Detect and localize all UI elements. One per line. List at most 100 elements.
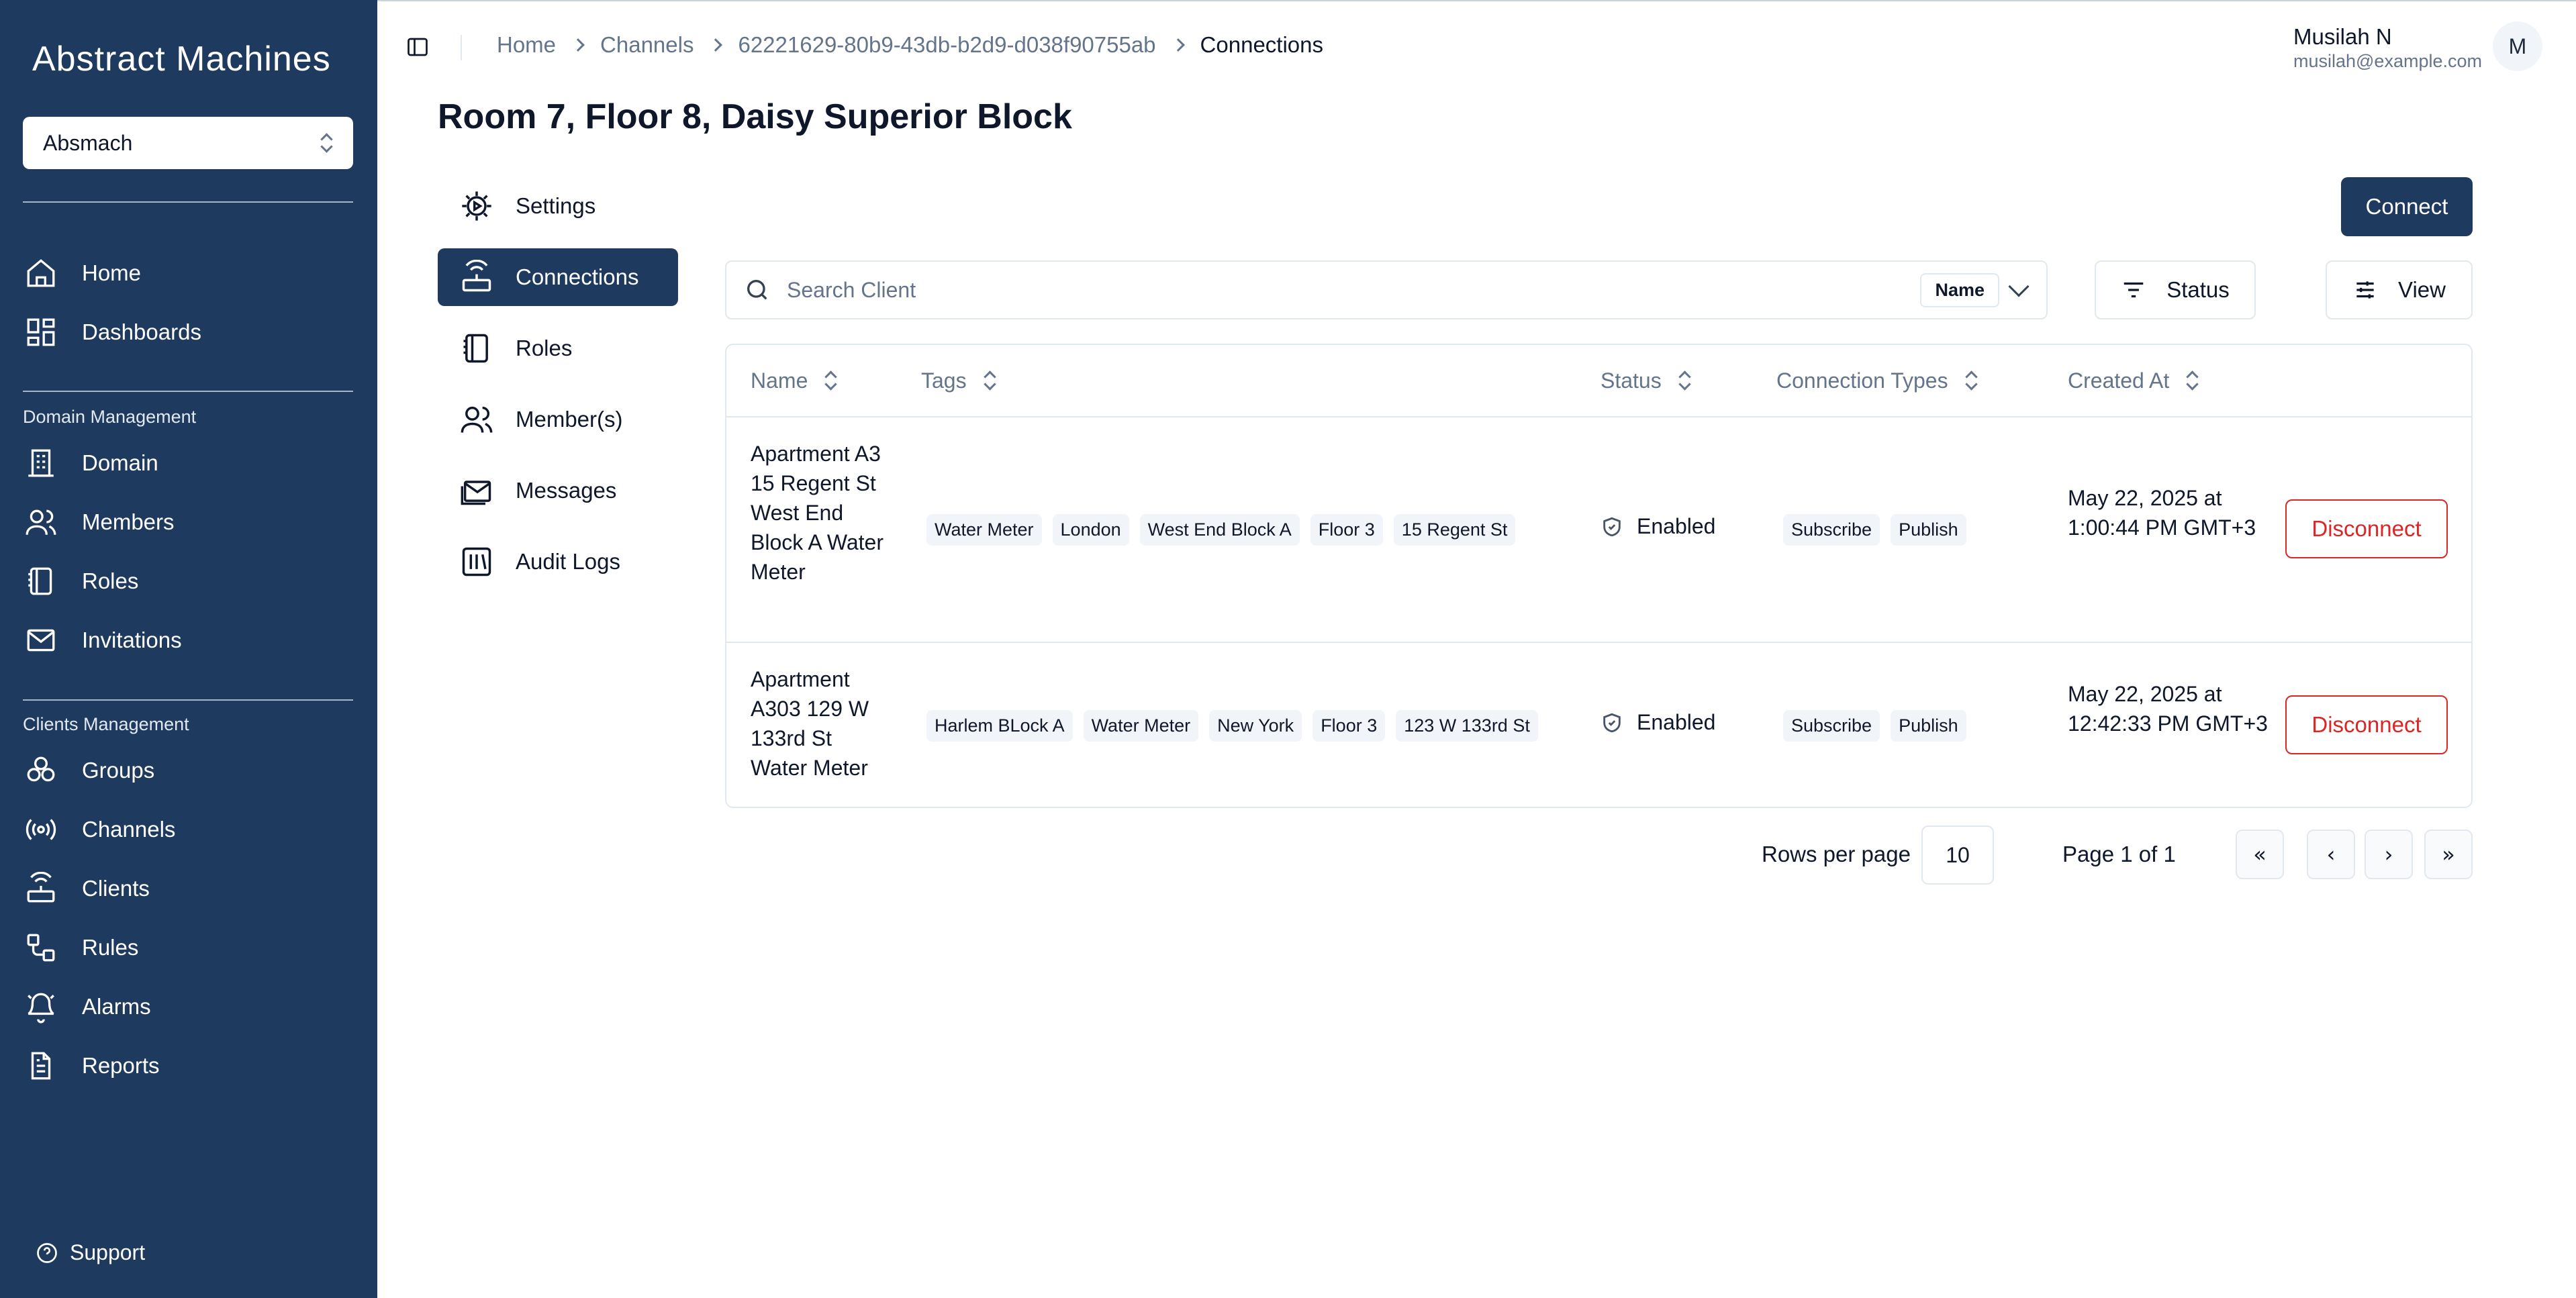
last-page-button[interactable]: » (2424, 830, 2473, 879)
disconnect-button[interactable]: Disconnect (2285, 695, 2448, 754)
column-header-connection-types[interactable]: Connection Types (1776, 345, 1978, 416)
user-name: Musilah N (2293, 24, 2392, 49)
sidebar-item-reports[interactable]: Reports (23, 1044, 353, 1087)
sidebar: Abstract Machines Absmach Home Dashboard… (0, 0, 377, 1298)
subnav-label: Connections (516, 264, 639, 289)
tag: Harlem BLock A (926, 710, 1073, 742)
user-email: musilah@example.com (2293, 51, 2482, 71)
connection-types: Subscribe Publish (1783, 710, 1966, 742)
search-input[interactable] (787, 277, 1921, 303)
sidebar-item-label: Groups (82, 758, 155, 783)
rows-per-page-select[interactable]: 10 (1921, 826, 1994, 885)
router-icon (458, 258, 495, 296)
sidebar-item-clients[interactable]: Clients (23, 867, 353, 910)
sidebar-item-label: Reports (82, 1053, 160, 1078)
domain-select[interactable]: Absmach (23, 117, 353, 169)
sidebar-divider (23, 391, 353, 392)
breadcrumb-home[interactable]: Home (497, 32, 556, 58)
sidebar-item-alarms[interactable]: Alarms (23, 985, 353, 1028)
shield-check-icon (1603, 517, 1621, 536)
sidebar-item-channels[interactable]: Channels (23, 808, 353, 851)
sidebar-item-domain[interactable]: Domain (23, 442, 353, 485)
column-header-status[interactable]: Status (1601, 345, 1691, 416)
status-label: Enabled (1637, 710, 1716, 734)
tag: 123 W 133rd St (1396, 710, 1538, 742)
support-link[interactable]: Support (35, 1240, 145, 1265)
connection-type-tag: Publish (1891, 514, 1966, 546)
mail-icon (23, 622, 59, 658)
status-badge: Enabled (1601, 710, 1715, 735)
connection-type-tag: Subscribe (1783, 710, 1880, 742)
row-divider (726, 642, 2471, 643)
header-label: Status (1601, 368, 1662, 393)
sidebar-item-label: Home (82, 260, 142, 285)
disconnect-button[interactable]: Disconnect (2285, 499, 2448, 558)
search-icon (747, 280, 767, 300)
report-icon (23, 1048, 59, 1084)
connection-type-tag: Subscribe (1783, 514, 1880, 546)
sidebar-item-label: Roles (82, 568, 139, 593)
column-header-tags[interactable]: Tags (921, 345, 996, 416)
connect-button[interactable]: Connect (2341, 177, 2473, 236)
subnav-label: Member(s) (516, 407, 623, 432)
sidebar-divider (23, 699, 353, 701)
chevron-down-icon[interactable] (2008, 276, 2030, 297)
next-page-button[interactable]: › (2365, 830, 2413, 879)
client-name: Apartment A303 129 W 133rd St Water Mete… (751, 667, 869, 780)
shield-check-icon (1603, 713, 1621, 732)
previous-page-button[interactable]: ‹ (2307, 830, 2355, 879)
tag: Floor 3 (1310, 514, 1383, 546)
chevron-right-icon (1171, 38, 1185, 52)
connection-types: Subscribe Publish (1783, 514, 1966, 546)
breadcrumb-channel-id[interactable]: 62221629-80b9-43db-b2d9-d038f90755ab (738, 32, 1155, 58)
sidebar-item-label: Channels (82, 817, 176, 842)
view-button[interactable]: View (2326, 260, 2473, 319)
sidebar-item-label: Alarms (82, 994, 151, 1019)
sidebar-toggle-icon[interactable] (406, 35, 430, 59)
header-label: Created At (2068, 368, 2170, 393)
user-info[interactable]: Musilah N musilah@example.com (2293, 24, 2482, 72)
created-at: May 22, 2025 at 1:00:44 PM GMT+3 (2068, 486, 2256, 540)
tag: London (1052, 514, 1129, 546)
members-icon (458, 401, 495, 438)
roles-icon (23, 563, 59, 599)
dashboards-icon (23, 314, 59, 350)
tag-list: Harlem BLock A Water Meter New York Floo… (926, 710, 1538, 742)
subnav-members[interactable]: Member(s) (438, 391, 678, 448)
sidebar-item-label: Clients (82, 876, 150, 901)
column-header-name[interactable]: Name (751, 345, 837, 416)
sidebar-item-members[interactable]: Members (23, 501, 353, 544)
help-circle-icon (37, 1242, 57, 1263)
status-filter-button[interactable]: Status (2095, 260, 2256, 319)
section-clients-management: Clients Management (23, 714, 189, 734)
gear-icon (458, 187, 495, 225)
sliders-icon (2356, 281, 2374, 299)
rows-per-page-label: Rows per page (1762, 842, 1911, 866)
sidebar-item-invitations[interactable]: Invitations (23, 619, 353, 662)
subnav-audit-logs[interactable]: Audit Logs (438, 533, 678, 591)
breadcrumb-channels[interactable]: Channels (600, 32, 694, 58)
first-page-button[interactable]: « (2236, 830, 2284, 879)
sort-icon (824, 370, 837, 391)
view-label: View (2398, 277, 2446, 302)
subnav-connections[interactable]: Connections (438, 248, 678, 306)
sidebar-item-roles[interactable]: Roles (23, 560, 353, 603)
avatar[interactable]: M (2493, 21, 2542, 71)
subnav-settings[interactable]: Settings (438, 177, 678, 235)
subnav-messages[interactable]: Messages (438, 462, 678, 519)
column-header-created-at[interactable]: Created At (2068, 345, 2199, 416)
logo: Abstract Machines (32, 40, 331, 79)
chevron-right-icon (571, 38, 585, 52)
sidebar-item-dashboards[interactable]: Dashboards (23, 311, 353, 354)
section-domain-management: Domain Management (23, 407, 197, 427)
sidebar-item-groups[interactable]: Groups (23, 749, 353, 792)
messages-icon (458, 472, 495, 509)
sidebar-item-rules[interactable]: Rules (23, 926, 353, 969)
sidebar-divider (23, 201, 353, 203)
subnav-roles[interactable]: Roles (438, 319, 678, 377)
header-label: Name (751, 368, 808, 393)
sidebar-item-home[interactable]: Home (23, 252, 353, 295)
topbar-separator (461, 35, 462, 60)
rules-icon (23, 930, 59, 966)
header-label: Tags (921, 368, 967, 393)
